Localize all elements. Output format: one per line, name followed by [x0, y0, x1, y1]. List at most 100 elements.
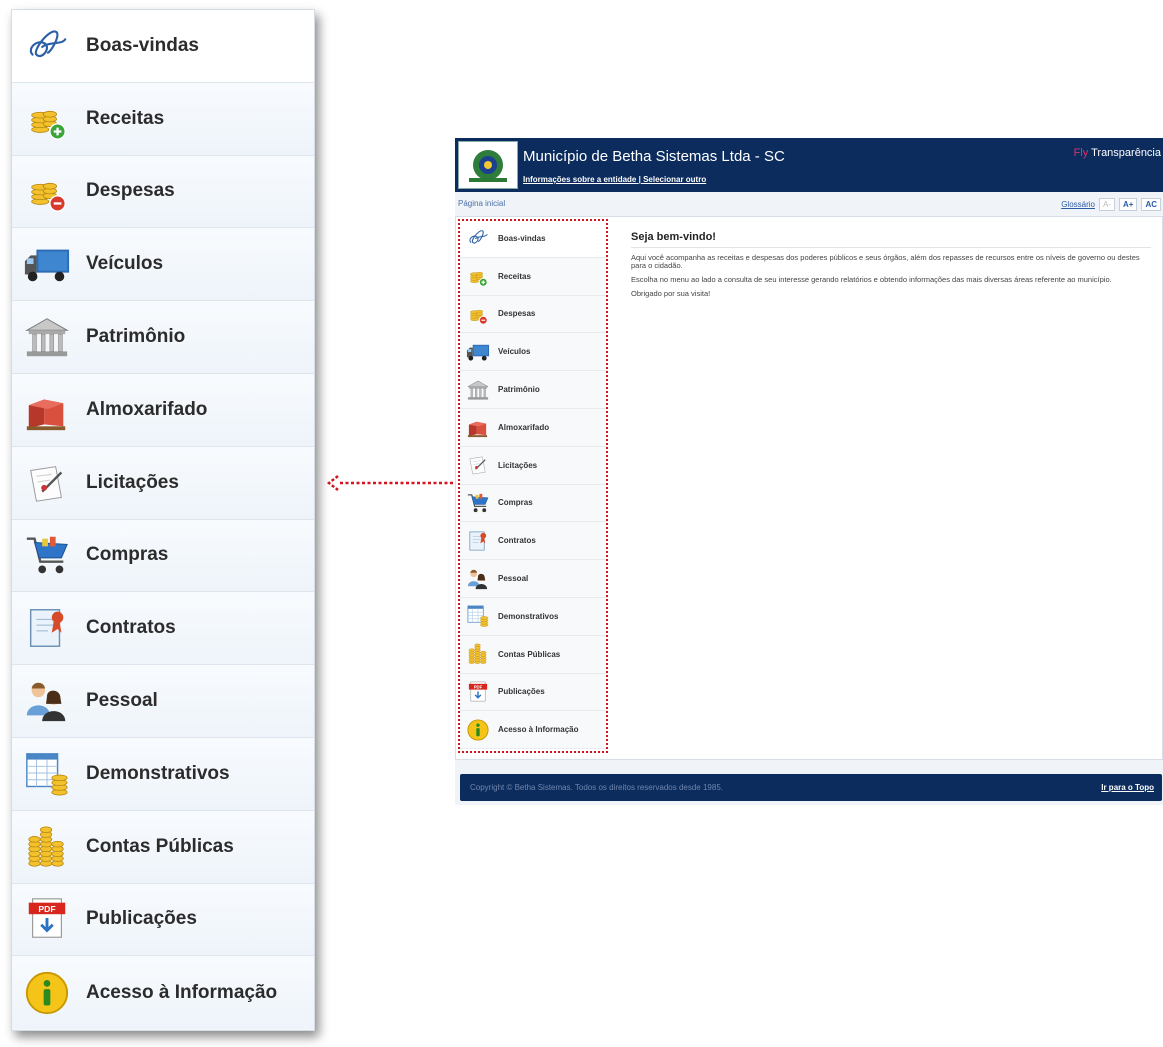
pdf-icon: PDF — [22, 894, 72, 944]
menu-item-spreadsheet-coins[interactable]: Demonstrativos — [12, 737, 314, 811]
menu-item-label: Compras — [86, 544, 169, 566]
info-icon — [466, 718, 490, 742]
coat-of-arms-icon — [458, 141, 518, 189]
entity-info-link[interactable]: Informações sobre a entidade — [523, 175, 636, 184]
side-menu-item-label: Contas Públicas — [498, 649, 561, 659]
shopping-cart-icon — [466, 491, 490, 515]
side-menu-item-document-pen[interactable]: Licitações — [460, 446, 608, 485]
menu-item-people[interactable]: Pessoal — [12, 665, 314, 738]
side-menu-item-shopping-cart[interactable]: Compras — [460, 484, 608, 523]
truck-icon — [466, 340, 490, 364]
certificate-icon — [466, 529, 490, 553]
welcome-paragraph: Escolha no menu ao lado a consulta de se… — [631, 275, 1112, 284]
connector-arrow — [326, 475, 455, 491]
menu-item-label: Contas Públicas — [86, 835, 234, 857]
pdf-icon: PDF — [466, 680, 490, 704]
menu-item-label: Publicações — [86, 908, 197, 930]
coins-minus-icon — [466, 302, 490, 326]
building-icon — [466, 378, 490, 402]
side-menu-item-signature[interactable]: Boas-vindas — [460, 220, 608, 258]
svg-text:PDF: PDF — [38, 904, 55, 914]
menu-item-pdf[interactable]: PDF Publicações — [12, 883, 314, 957]
side-menu-item-pdf[interactable]: PDF Publicações — [460, 673, 608, 712]
select-other-link[interactable]: Selecionar outro — [643, 175, 706, 184]
menu-item-label: Demonstrativos — [86, 762, 230, 784]
side-menu-item-spreadsheet-coins[interactable]: Demonstrativos — [460, 597, 608, 636]
welcome-paragraph: Aqui você acompanha as receitas e despes… — [631, 253, 1140, 270]
glossary-link[interactable]: Glossário — [1061, 200, 1095, 209]
zoomed-navigation-menu: Boas-vindas Receitas Despesas Veículos P… — [11, 9, 315, 1031]
menu-item-coins-minus[interactable]: Despesas — [12, 155, 314, 229]
portal-header: Município de Betha Sistemas Ltda - SC In… — [455, 138, 1163, 192]
coins-plus-icon — [22, 94, 72, 144]
people-icon — [466, 567, 490, 591]
coins-plus-icon — [466, 264, 490, 288]
side-menu-item-label: Receitas — [498, 271, 531, 281]
side-menu-item-label: Patrimônio — [498, 385, 540, 395]
menu-item-shopping-cart[interactable]: Compras — [12, 519, 314, 593]
svg-text:PDF: PDF — [474, 684, 483, 689]
spreadsheet-coins-icon — [466, 604, 490, 628]
coin-stacks-icon — [22, 822, 72, 872]
menu-item-label: Almoxarifado — [86, 398, 208, 420]
signature-icon — [22, 21, 72, 71]
menu-item-document-pen[interactable]: Licitações — [12, 446, 314, 520]
side-menu-item-coins-plus[interactable]: Receitas — [460, 257, 608, 296]
document-pen-icon — [22, 458, 72, 508]
menu-item-label: Veículos — [86, 253, 164, 275]
welcome-paragraph: Obrigado por sua visita! — [631, 289, 711, 298]
coin-stacks-icon — [466, 642, 490, 666]
menu-item-coin-stacks[interactable]: Contas Públicas — [12, 810, 314, 884]
menu-item-info[interactable]: Acesso à Informação — [12, 956, 314, 1030]
side-menu-item-label: Veículos — [498, 347, 531, 357]
menu-item-label: Acesso à Informação — [86, 981, 278, 1003]
side-menu-item-building[interactable]: Patrimônio — [460, 371, 608, 409]
side-menu-item-label: Despesas — [498, 309, 536, 319]
side-menu-item-coin-stacks[interactable]: Contas Públicas — [460, 635, 608, 674]
info-icon — [22, 968, 72, 1018]
header-links: Informações sobre a entidade | Seleciona… — [523, 175, 706, 184]
menu-item-signature[interactable]: Boas-vindas — [12, 10, 314, 83]
side-menu-item-info[interactable]: Acesso à Informação — [460, 711, 608, 750]
menu-item-truck[interactable]: Veículos — [12, 228, 314, 302]
side-menu: Boas-vindas Receitas Despesas Veículos P… — [460, 220, 608, 750]
coins-minus-icon — [22, 166, 72, 216]
menu-item-coins-plus[interactable]: Receitas — [12, 82, 314, 156]
side-menu-item-label: Acesso à Informação — [498, 725, 579, 735]
side-menu-item-label: Compras — [498, 498, 533, 508]
back-to-top-link[interactable]: Ir para o Topo — [1101, 783, 1154, 792]
people-icon — [22, 676, 72, 726]
menu-item-label: Boas-vindas — [86, 34, 199, 56]
brand-logo: Fly Transparência — [1074, 147, 1161, 159]
side-menu-item-people[interactable]: Pessoal — [460, 560, 608, 598]
side-menu-item-label: Boas-vindas — [498, 233, 546, 243]
side-menu-item-boxes[interactable]: Almoxarifado — [460, 408, 608, 447]
menu-item-boxes[interactable]: Almoxarifado — [12, 373, 314, 447]
menu-item-label: Patrimônio — [86, 326, 186, 348]
brand-name: Transparência — [1091, 147, 1161, 159]
breadcrumb[interactable]: Página inicial — [458, 199, 505, 208]
portal-content: Boas-vindas Receitas Despesas Veículos P… — [455, 216, 1163, 760]
menu-item-building[interactable]: Patrimônio — [12, 301, 314, 374]
building-icon — [22, 312, 72, 362]
menu-item-label: Despesas — [86, 180, 175, 202]
copyright-text: Copyright © Betha Sistemas. Todos os dir… — [470, 783, 723, 792]
side-menu-item-truck[interactable]: Veículos — [460, 333, 608, 372]
breadcrumb-bar: Página inicial Glossário A- A+ AC — [455, 196, 1163, 214]
side-menu-item-coins-minus[interactable]: Despesas — [460, 295, 608, 334]
welcome-heading: Seja bem-vindo! — [631, 231, 1151, 248]
contrast-button[interactable]: AC — [1141, 198, 1161, 211]
portal-footer: Copyright © Betha Sistemas. Todos os dir… — [460, 774, 1162, 801]
font-increase-button[interactable]: A+ — [1118, 198, 1138, 211]
spreadsheet-coins-icon — [22, 749, 72, 799]
side-menu-item-label: Publicações — [498, 687, 545, 697]
side-menu-item-label: Licitações — [498, 460, 538, 470]
side-menu-item-certificate[interactable]: Contratos — [460, 522, 608, 561]
link-separator: | — [638, 175, 641, 184]
menu-item-label: Pessoal — [86, 690, 158, 712]
entity-title: Município de Betha Sistemas Ltda - SC — [523, 148, 785, 165]
welcome-panel: Seja bem-vindo! Aqui você acompanha as r… — [631, 231, 1151, 304]
side-menu-item-label: Demonstrativos — [498, 611, 559, 621]
menu-item-certificate[interactable]: Contratos — [12, 592, 314, 666]
font-decrease-button[interactable]: A- — [1098, 198, 1115, 211]
